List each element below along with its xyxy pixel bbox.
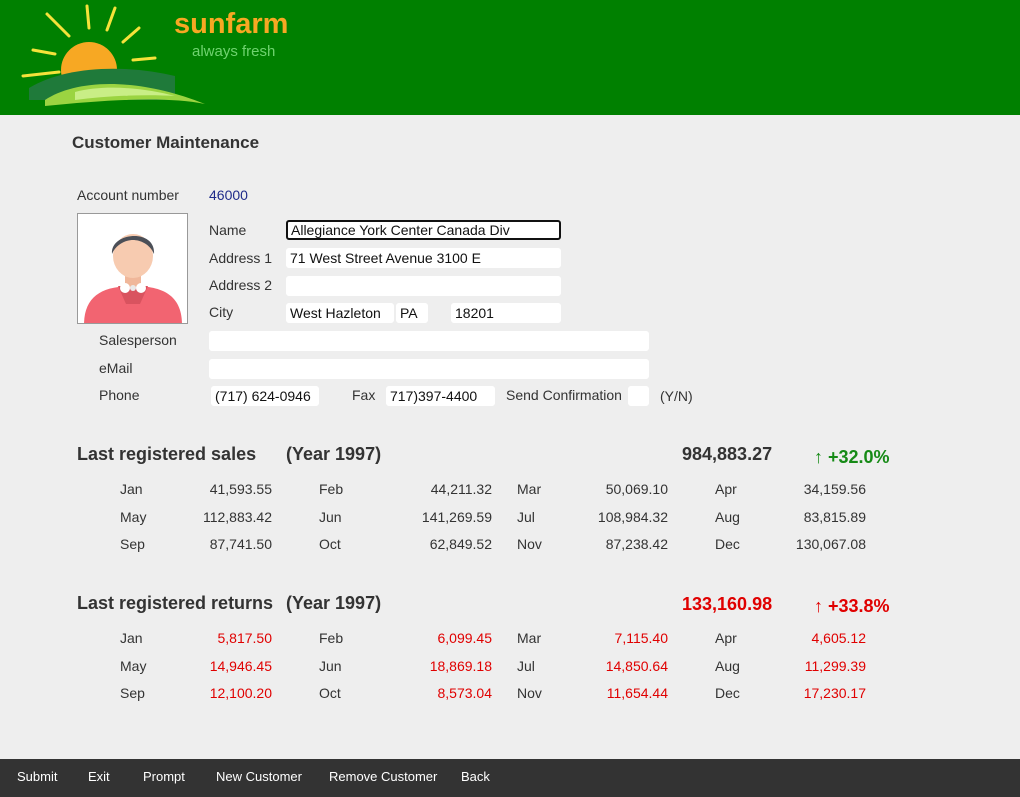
returns-month-value: 17,230.17 bbox=[803, 685, 866, 701]
sales-month-value: 141,269.59 bbox=[421, 509, 492, 525]
returns-month-label: Feb bbox=[319, 630, 344, 646]
address1-input[interactable] bbox=[286, 248, 561, 268]
send-confirmation-input[interactable] bbox=[628, 386, 649, 406]
sales-month-label: Apr bbox=[715, 481, 737, 497]
returns-month-label: Jul bbox=[517, 658, 535, 674]
send-confirmation-label: Send Confirmation bbox=[506, 387, 622, 403]
returns-month-value: 11,654.44 bbox=[606, 685, 668, 701]
sales-month-value: 50,069.10 bbox=[605, 481, 668, 497]
account-number-label: Account number bbox=[77, 187, 179, 203]
returns-month-value: 6,099.45 bbox=[437, 630, 493, 646]
address2-label: Address 2 bbox=[209, 277, 273, 293]
sales-month-label: Aug bbox=[715, 509, 740, 525]
sales-total: 984,883.27 bbox=[682, 444, 773, 464]
sales-month-label: Feb bbox=[319, 481, 344, 497]
footer-toolbar: Submit Exit Prompt New Customer Remove C… bbox=[0, 759, 1020, 797]
returns-month-label: Jan bbox=[120, 630, 143, 646]
returns-total: 133,160.98 bbox=[682, 594, 773, 614]
state-input[interactable] bbox=[396, 303, 428, 323]
returns-month-value: 14,946.45 bbox=[209, 658, 272, 674]
sales-month-value: 83,815.89 bbox=[803, 509, 866, 525]
returns-month-value: 4,605.12 bbox=[811, 630, 867, 646]
returns-month-label: Sep bbox=[120, 685, 145, 701]
brand-tagline: always fresh bbox=[192, 43, 276, 60]
sales-change-badge: ↑ +32.0% bbox=[814, 447, 890, 467]
sales-month-label: Jun bbox=[319, 509, 342, 525]
account-number-value: 46000 bbox=[209, 187, 248, 203]
phone-input[interactable] bbox=[211, 386, 319, 406]
sales-month-label: Jul bbox=[517, 509, 535, 525]
page-title: Customer Maintenance bbox=[72, 133, 260, 152]
name-input[interactable] bbox=[286, 220, 561, 240]
returns-month-value: 12,100.20 bbox=[209, 685, 272, 701]
returns-month-label: Apr bbox=[715, 630, 737, 646]
returns-month-label: Aug bbox=[715, 658, 740, 674]
returns-month-value: 14,850.64 bbox=[605, 658, 668, 674]
returns-month-label: Dec bbox=[715, 685, 740, 701]
returns-month-value: 7,115.40 bbox=[614, 630, 668, 646]
person-avatar-icon bbox=[84, 234, 182, 323]
sales-month-label: Nov bbox=[517, 536, 542, 552]
returns-month-label: Oct bbox=[319, 685, 341, 701]
confirmation-hint: (Y/N) bbox=[660, 388, 693, 404]
returns-month-value: 18,869.18 bbox=[429, 658, 492, 674]
sales-month-value: 44,211.32 bbox=[430, 481, 492, 497]
name-label: Name bbox=[209, 222, 247, 238]
city-label: City bbox=[209, 304, 234, 320]
customer-avatar bbox=[77, 213, 188, 324]
brand-name: sunfarm bbox=[174, 8, 289, 40]
sales-year: (Year 1997) bbox=[286, 444, 382, 464]
returns-month-label: Nov bbox=[517, 685, 542, 701]
sales-month-value: 130,067.08 bbox=[795, 536, 866, 552]
sales-month-label: May bbox=[120, 509, 147, 525]
email-label: eMail bbox=[99, 360, 133, 376]
sales-month-value: 87,741.50 bbox=[209, 536, 272, 552]
address1-label: Address 1 bbox=[209, 250, 273, 266]
returns-month-value: 5,817.50 bbox=[217, 630, 273, 646]
sales-month-value: 41,593.55 bbox=[209, 481, 272, 497]
app-header: sunfarm always fresh bbox=[0, 0, 1020, 115]
back-button[interactable]: Back bbox=[461, 769, 490, 784]
sales-month-label: Dec bbox=[715, 536, 740, 552]
sales-month-value: 87,238.42 bbox=[605, 536, 668, 552]
zip-input[interactable] bbox=[451, 303, 561, 323]
returns-month-label: Mar bbox=[517, 630, 542, 646]
returns-month-value: 11,299.39 bbox=[804, 658, 866, 674]
sales-month-label: Jan bbox=[120, 481, 143, 497]
salesperson-input[interactable] bbox=[209, 331, 649, 351]
email-input[interactable] bbox=[209, 359, 649, 379]
sales-month-label: Oct bbox=[319, 536, 341, 552]
fax-input[interactable] bbox=[386, 386, 495, 406]
sales-month-value: 62,849.52 bbox=[429, 536, 492, 552]
sales-month-label: Sep bbox=[120, 536, 145, 552]
city-input[interactable] bbox=[286, 303, 394, 323]
salesperson-label: Salesperson bbox=[99, 332, 177, 348]
sales-month-value: 34,159.56 bbox=[803, 481, 866, 497]
returns-year: (Year 1997) bbox=[286, 593, 382, 613]
returns-month-value: 8,573.04 bbox=[437, 685, 493, 701]
returns-section-title: Last registered returns bbox=[77, 593, 274, 613]
remove-customer-button[interactable]: Remove Customer bbox=[329, 769, 437, 784]
sales-section-title: Last registered sales bbox=[77, 444, 257, 464]
prompt-button[interactable]: Prompt bbox=[143, 769, 185, 784]
sales-month-value: 112,883.42 bbox=[202, 509, 272, 525]
submit-button[interactable]: Submit bbox=[17, 769, 57, 784]
exit-button[interactable]: Exit bbox=[88, 769, 110, 784]
fax-label: Fax bbox=[352, 387, 376, 403]
sales-month-label: Mar bbox=[517, 481, 542, 497]
new-customer-button[interactable]: New Customer bbox=[216, 769, 302, 784]
returns-month-label: Jun bbox=[319, 658, 342, 674]
sales-month-value: 108,984.32 bbox=[597, 509, 668, 525]
returns-month-label: May bbox=[120, 658, 147, 674]
address2-input[interactable] bbox=[286, 276, 561, 296]
phone-label: Phone bbox=[99, 387, 140, 403]
returns-change-badge: ↑ +33.8% bbox=[814, 596, 890, 616]
